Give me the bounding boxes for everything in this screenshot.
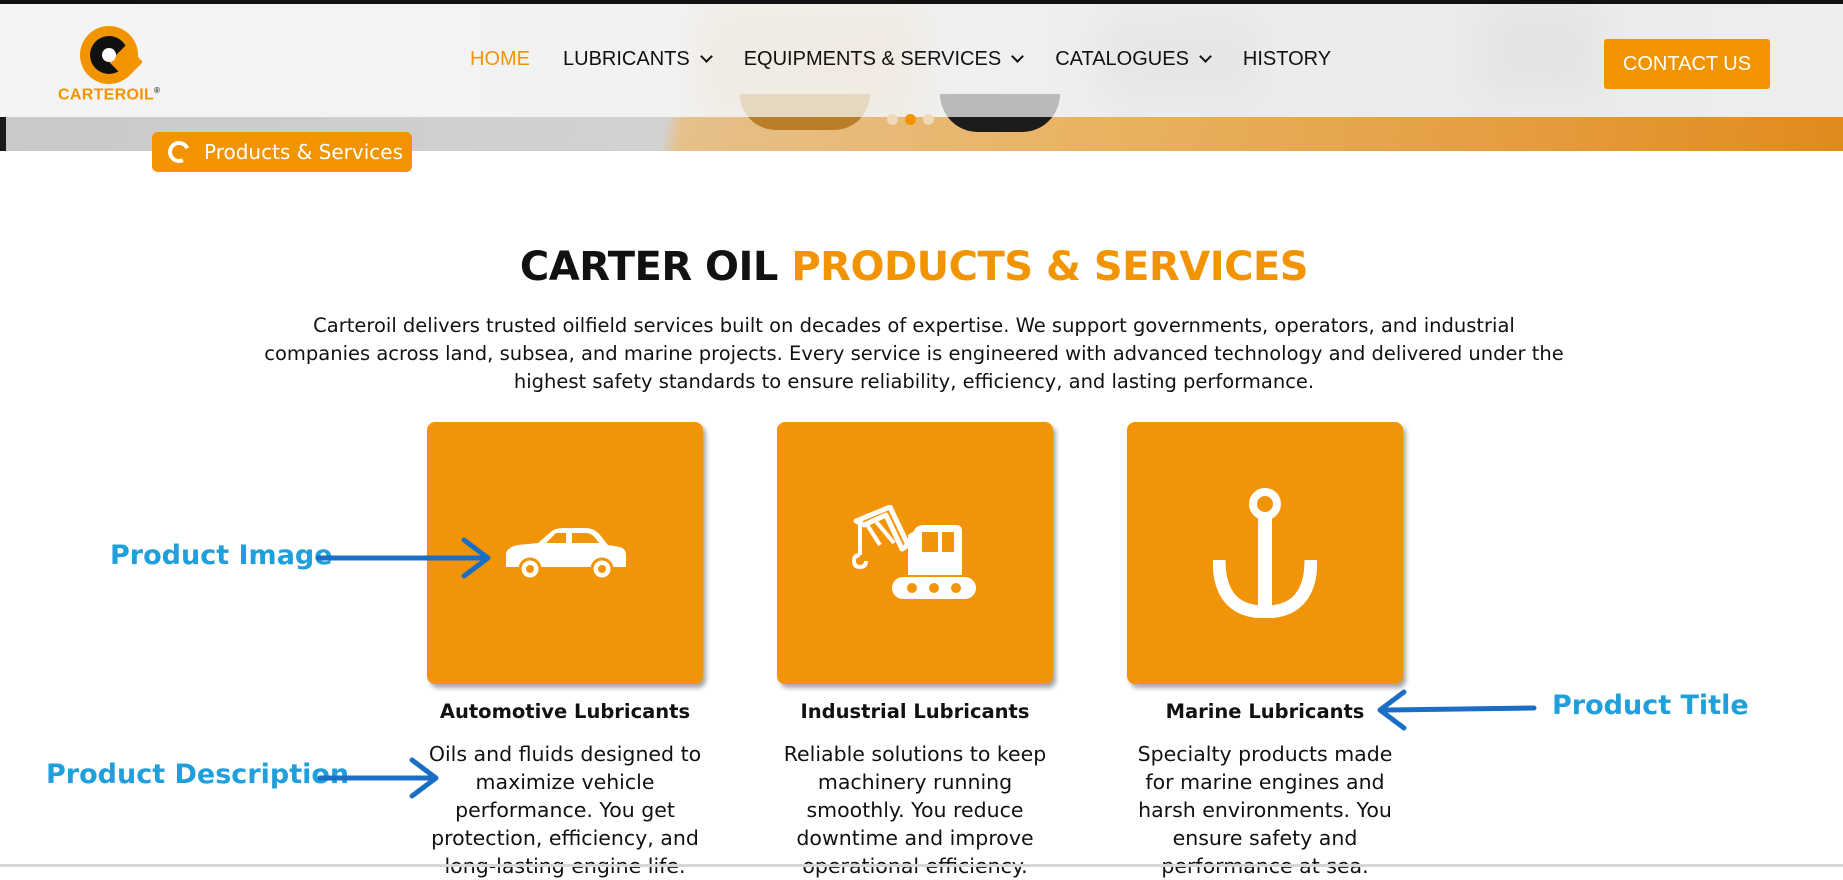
intro-paragraph: Carteroil delivers trusted oilfield serv… xyxy=(246,312,1582,396)
product-title[interactable]: Automotive Lubricants xyxy=(427,700,703,723)
slider-dots xyxy=(887,114,934,125)
nav-home[interactable]: HOME xyxy=(470,48,530,71)
product-description: Specialty products made for marine engin… xyxy=(1127,740,1403,880)
description-line: ensure safety and xyxy=(1172,826,1358,850)
slider-dot[interactable] xyxy=(923,114,934,125)
nav-catalogues-label: CATALOGUES xyxy=(1055,48,1189,70)
description-line: machinery running xyxy=(817,770,1013,794)
nav-history-label: HISTORY xyxy=(1242,48,1332,70)
brand-logo[interactable]: CARTEROIL® xyxy=(56,26,166,106)
description-line: smoothly. You reduce xyxy=(806,798,1024,822)
page-title-brand: CARTER OIL xyxy=(519,244,779,290)
nav-catalogues[interactable]: CATALOGUES xyxy=(1055,48,1212,71)
breadcrumb-label: Products & Services xyxy=(204,140,404,164)
annotation-product-title: Product Title xyxy=(1552,690,1749,721)
description-line: harsh environments. You xyxy=(1138,798,1392,822)
carteroil-c-icon xyxy=(164,137,194,167)
slider-dot-active[interactable] xyxy=(905,114,916,125)
site-header: CARTEROIL® HOME LUBRICANTS EQUIPMENTS & … xyxy=(0,4,1843,117)
intro-line: companies across land, subsea, and marin… xyxy=(264,342,1564,365)
description-line: Specialty products made xyxy=(1137,742,1393,766)
crane-icon xyxy=(851,505,976,599)
description-line: performance. You get xyxy=(455,798,675,822)
car-icon xyxy=(506,528,626,581)
product-title[interactable]: Marine Lubricants xyxy=(1127,700,1403,723)
nav-home-label: HOME xyxy=(470,48,530,70)
description-line: Reliable solutions to keep xyxy=(783,742,1047,766)
intro-line: highest safety standards to ensure relia… xyxy=(513,370,1315,393)
page-title-accent: PRODUCTS & SERVICES xyxy=(791,244,1309,290)
description-line: maximize vehicle xyxy=(475,770,655,794)
product-description: Oils and fluids designed to maximize veh… xyxy=(427,740,703,880)
contact-us-button[interactable]: CONTACT US xyxy=(1604,39,1770,89)
description-line: downtime and improve xyxy=(796,826,1034,850)
slider-dot[interactable] xyxy=(887,114,898,125)
product-image-marine[interactable] xyxy=(1127,422,1403,684)
arrow-right-icon xyxy=(317,757,439,799)
product-title[interactable]: Industrial Lubricants xyxy=(777,700,1053,723)
product-description: Reliable solutions to keep machinery run… xyxy=(777,740,1053,880)
chevron-down-icon xyxy=(699,50,713,63)
intro-line: Carteroil delivers trusted oilfield serv… xyxy=(313,314,1515,337)
nav-equipments-label: EQUIPMENTS & SERVICES xyxy=(743,48,1002,70)
nav-history[interactable]: HISTORY xyxy=(1243,48,1331,71)
registered-mark: ® xyxy=(154,86,161,95)
brand-name: CARTEROIL xyxy=(58,86,155,104)
description-line: for marine engines and xyxy=(1145,770,1385,794)
breadcrumb-pill[interactable]: Products & Services xyxy=(152,132,412,172)
chevron-down-icon xyxy=(1011,50,1025,63)
main-nav: HOME LUBRICANTS EQUIPMENTS & SERVICES CA… xyxy=(470,48,1364,71)
annotation-product-image: Product Image xyxy=(110,540,333,571)
page-title: CARTER OIL PRODUCTS & SERVICES xyxy=(0,244,1828,290)
anchor-icon xyxy=(1213,488,1317,618)
nav-equipments-services[interactable]: EQUIPMENTS & SERVICES xyxy=(743,48,1025,71)
logo-mark-icon xyxy=(80,26,143,84)
chevron-down-icon xyxy=(1199,50,1212,63)
nav-lubricants[interactable]: LUBRICANTS xyxy=(563,48,713,71)
nav-lubricants-label: LUBRICANTS xyxy=(563,48,690,70)
product-image-industrial[interactable] xyxy=(777,422,1053,684)
arrow-right-icon xyxy=(315,537,491,579)
annotation-product-description: Product Description xyxy=(46,759,350,790)
arrow-left-icon xyxy=(1377,689,1537,731)
description-line: protection, efficiency, and xyxy=(431,826,699,850)
description-line: Oils and fluids designed to xyxy=(428,742,702,766)
